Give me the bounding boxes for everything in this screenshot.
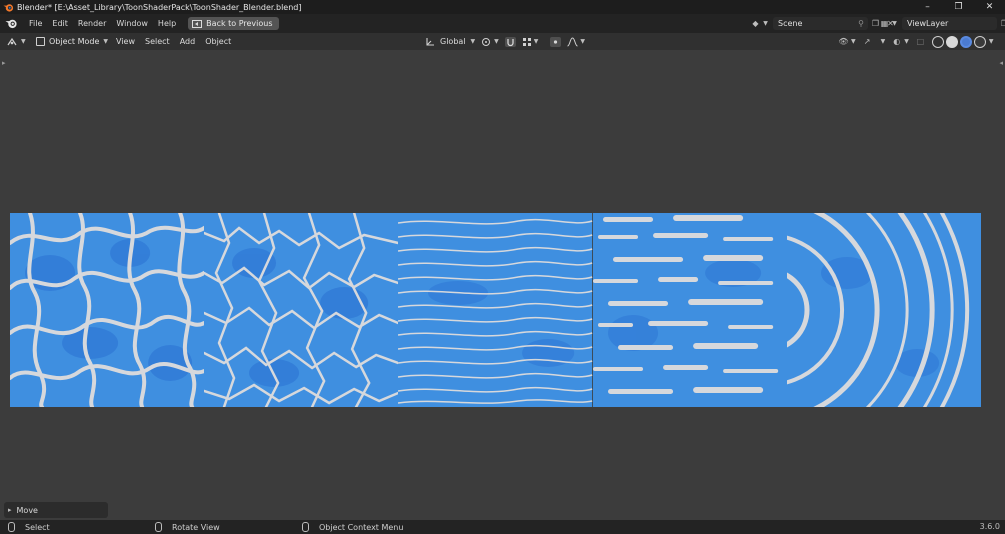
proportional-editing-toggle[interactable] (547, 35, 564, 48)
wireframe-shading-icon[interactable] (931, 35, 944, 48)
status-context-label: Object Context Menu (319, 522, 404, 532)
scene-selector: ◆ ▼ Scene ⚲ ❐ ✕ (748, 16, 898, 31)
eye-visibility-icon[interactable]: 👁 (838, 36, 849, 47)
status-context-menu: Object Context Menu (302, 522, 403, 532)
water-tile-ripple-rings (786, 213, 981, 407)
rendered-shading-icon[interactable] (973, 35, 986, 48)
status-select: Select (8, 522, 50, 532)
top-menu-bar: File Edit Render Window Help Back to Pre… (0, 14, 1005, 33)
restore-icon[interactable]: ❐ (943, 0, 974, 14)
proportional-editing-icon (550, 36, 562, 47)
sidebar-expand-arrow-icon[interactable]: ◂ (999, 59, 1003, 67)
scene-name: Scene (778, 19, 803, 28)
scene-name-field[interactable]: Scene ⚲ (773, 17, 868, 30)
object-mode-dropdown[interactable]: Object Mode ▼ (33, 35, 111, 48)
chevron-down-icon[interactable]: ▼ (989, 38, 994, 45)
editor-type-icon (7, 37, 17, 45)
gizmo-icon[interactable]: ↗ (862, 36, 873, 47)
chevron-down-icon: ▼ (533, 38, 539, 45)
blender-logo-icon[interactable] (5, 17, 18, 30)
magnet-icon (504, 36, 516, 47)
left-mouse-icon (8, 522, 15, 532)
new-view-layer-icon[interactable]: ❐ (999, 18, 1005, 29)
status-select-label: Select (25, 522, 50, 532)
water-texture-plane[interactable] (10, 213, 981, 407)
chevron-down-icon: ▼ (494, 38, 499, 45)
window-controls: – ❐ ✕ (912, 0, 1005, 14)
viewport-display-tools: 👁 ▼ ↗ ▼ ◐ ▼ □ ▼ (836, 35, 994, 48)
transform-orientation-dropdown[interactable]: Global ▼ (422, 35, 478, 48)
water-tile-wavy-lines (398, 213, 593, 407)
right-mouse-icon (302, 522, 309, 532)
toolbar-expand-arrow-icon[interactable]: ▸ (2, 59, 6, 67)
chevron-down-icon[interactable]: ▼ (881, 38, 886, 45)
chevron-down-icon: ▼ (21, 38, 26, 45)
last-operator-panel[interactable]: ▸ Move (4, 502, 108, 518)
transform-tools: Global ▼ ▼ ▼ ▼ (422, 35, 588, 48)
solid-shading-icon[interactable] (945, 35, 958, 48)
blender-app-icon (3, 3, 14, 12)
back-screen-icon (192, 19, 203, 28)
chevron-down-icon[interactable]: ▼ (889, 18, 900, 29)
pivot-icon (482, 37, 491, 46)
menu-view[interactable]: View (111, 37, 140, 46)
chevron-down-icon[interactable]: ▼ (760, 18, 771, 29)
chevron-down-icon[interactable]: ▼ (904, 38, 909, 45)
menu-file[interactable]: File (24, 14, 47, 33)
object-mode-label: Object Mode (49, 37, 100, 46)
status-bar: Select Rotate View Object Context Menu 3… (0, 520, 1005, 534)
water-tile-streak-foam (592, 213, 787, 407)
orientation-axes-icon (426, 37, 434, 46)
menu-object[interactable]: Object (200, 37, 236, 46)
chevron-down-icon: ▼ (580, 38, 586, 45)
menu-add[interactable]: Add (175, 37, 201, 46)
last-operator-label: Move (16, 505, 38, 515)
pivot-point-dropdown[interactable]: ▼ (478, 35, 502, 48)
blender-version: 3.6.0 (979, 522, 1000, 531)
menu-help[interactable]: Help (153, 14, 181, 33)
status-rotate-view: Rotate View (155, 522, 220, 532)
3d-viewport[interactable]: ▸ ◂ ▸ Move (0, 50, 1005, 520)
snap-grid-icon (522, 37, 531, 46)
viewport-header: ▼ Object Mode ▼ View Select Add Object G… (0, 33, 1005, 50)
close-icon[interactable]: ✕ (974, 0, 1005, 14)
back-to-previous-label: Back to Previous (206, 19, 273, 28)
menu-edit[interactable]: Edit (47, 14, 73, 33)
menu-window[interactable]: Window (111, 14, 153, 33)
window-title: Blender* [E:\Asset_Library\ToonShaderPac… (17, 2, 302, 12)
snap-target-dropdown[interactable]: ▼ (519, 35, 542, 48)
snap-toggle[interactable] (502, 35, 519, 48)
chevron-down-icon: ▼ (103, 38, 109, 45)
overlays-icon[interactable]: ◐ (891, 36, 902, 47)
material-preview-shading-icon[interactable] (959, 35, 972, 48)
middle-mouse-icon (155, 522, 162, 532)
water-tile-caustic-web (10, 213, 205, 407)
xray-icon[interactable]: □ (915, 36, 926, 47)
view-layer-name-field[interactable]: ViewLayer (902, 17, 997, 30)
menu-select[interactable]: Select (140, 37, 175, 46)
status-rotate-label: Rotate View (172, 522, 220, 532)
chevron-down-icon: ▼ (470, 38, 476, 45)
pin-icon[interactable]: ⚲ (858, 19, 864, 28)
menu-render[interactable]: Render (73, 14, 111, 33)
falloff-dropdown[interactable]: ▼ (564, 35, 588, 48)
falloff-curve-icon (567, 36, 579, 46)
object-mode-icon (36, 37, 45, 46)
editor-type-selector[interactable]: ▼ (7, 35, 27, 48)
chevron-down-icon[interactable]: ▼ (851, 38, 856, 45)
chevron-right-icon: ▸ (8, 506, 12, 514)
back-to-previous-button[interactable]: Back to Previous (188, 17, 279, 30)
view-layer-selector: ▦ ▼ ViewLayer ❐ ✕ (877, 16, 1005, 31)
title-bar: Blender* [E:\Asset_Library\ToonShaderPac… (0, 0, 1005, 14)
view-layer-name: ViewLayer (907, 19, 949, 28)
transform-orientation-label: Global (440, 37, 466, 46)
water-tile-caustic-cracked (204, 213, 399, 407)
minimize-icon[interactable]: – (912, 0, 943, 14)
